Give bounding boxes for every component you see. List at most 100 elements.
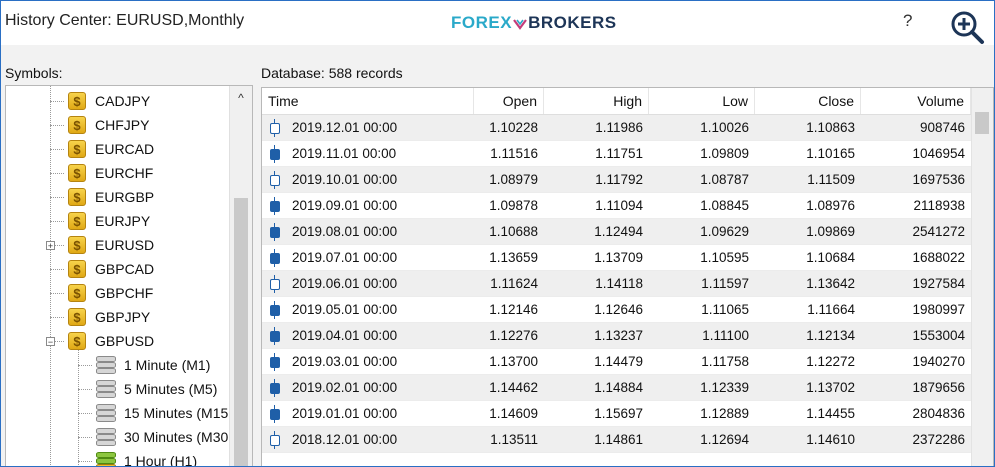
- bearish-candle-icon: [270, 327, 280, 346]
- cell-open: 1.14462: [489, 380, 538, 395]
- tree-connector-line: [50, 86, 51, 466]
- cell-high: 1.14861: [594, 432, 643, 447]
- symbol-item-eurchf[interactable]: $ EURCHF: [68, 162, 153, 184]
- symbol-item-gbpjpy[interactable]: $ GBPJPY: [68, 306, 150, 328]
- table-row[interactable]: 2018.12.01 00:00 1.13511 1.14861 1.12694 1.1…: [262, 427, 971, 453]
- symbol-name: EURCAD: [95, 141, 155, 157]
- table-row[interactable]: 2019.07.01 00:00 1.13659 1.13709 1.10595 1.1…: [262, 245, 971, 271]
- timeframe-item[interactable]: 15 Minutes (M15: [96, 402, 228, 424]
- cell-volume: 1688022: [912, 250, 965, 265]
- cell-volume: 2541272: [912, 224, 965, 239]
- cell-high: 1.11094: [595, 198, 643, 213]
- tree-branch-line: [50, 101, 64, 102]
- tree-branch-line: [50, 125, 64, 126]
- symbol-item-eurjpy[interactable]: $ EURJPY: [68, 210, 150, 232]
- symbol-item-eurusd[interactable]: $ EURUSD: [68, 234, 154, 256]
- time-value: 2019.03.01 00:00: [292, 354, 398, 369]
- table-row[interactable]: 2019.04.01 00:00 1.12276 1.13237 1.11100 1.1…: [262, 323, 971, 349]
- column-header-volume[interactable]: Volume: [861, 88, 971, 114]
- timeframe-item[interactable]: 5 Minutes (M5): [96, 378, 217, 400]
- cell-time: 2019.06.01 00:00: [262, 271, 474, 297]
- symbol-coin-icon: $: [68, 260, 86, 278]
- symbol-item-gbpcad[interactable]: $ GBPCAD: [68, 258, 154, 280]
- symbol-name: EURGBP: [95, 189, 155, 205]
- logo-mark-icon: [513, 18, 527, 30]
- time-value: 2019.09.01 00:00: [292, 198, 398, 213]
- cell-open: 1.09878: [489, 198, 538, 213]
- column-header-low[interactable]: Low: [649, 88, 755, 114]
- timeframe-item[interactable]: 30 Minutes (M30: [96, 426, 228, 448]
- symbol-item-cadjpy[interactable]: $ CADJPY: [68, 90, 150, 112]
- table-scroll-thumb[interactable]: [975, 112, 989, 134]
- cell-volume: 1553004: [912, 328, 965, 343]
- symbol-name: GBPCHF: [95, 285, 154, 301]
- tree-branch-line: [50, 221, 64, 222]
- table-row[interactable]: 2019.06.01 00:00 1.11624 1.14118 1.11597 1.1…: [262, 271, 971, 297]
- bearish-candle-icon: [270, 301, 280, 320]
- symbol-coin-icon: $: [68, 212, 86, 230]
- cell-volume: 2804836: [912, 406, 965, 421]
- table-row[interactable]: 2019.01.01 00:00 1.14609 1.15697 1.12889 1.1…: [262, 401, 971, 427]
- cell-open: 1.12146: [489, 302, 538, 317]
- table-row[interactable]: 2019.03.01 00:00 1.13700 1.14479 1.11758 1.1…: [262, 349, 971, 375]
- symbol-coin-icon: $: [68, 332, 86, 350]
- cell-time: 2019.04.01 00:00: [262, 323, 474, 349]
- database-icon: [96, 380, 116, 398]
- database-icon: [96, 404, 116, 422]
- column-header-open[interactable]: Open: [474, 88, 544, 114]
- bearish-candle-icon: [270, 405, 280, 424]
- cell-time: 2019.12.01 00:00: [262, 115, 474, 141]
- tree-scroll-thumb[interactable]: [234, 198, 248, 466]
- symbols-tree[interactable]: ^ $ CADJPY $ CHFJPY $ EURCAD $ EURCHF $ EURGBP $ EU…: [5, 85, 253, 466]
- cell-open: 1.10688: [489, 224, 538, 239]
- tree-branch-line: [50, 197, 64, 198]
- symbol-name: EURUSD: [95, 237, 155, 253]
- table-row[interactable]: 2019.09.01 00:00 1.09878 1.11094 1.08845 1.0…: [262, 193, 971, 219]
- column-header-high[interactable]: High: [544, 88, 649, 114]
- cell-open: 1.13659: [489, 250, 538, 265]
- table-row[interactable]: 2019.08.01 00:00 1.10688 1.12494 1.09629 1.0…: [262, 219, 971, 245]
- symbol-item-eurgbp[interactable]: $ EURGBP: [68, 186, 154, 208]
- cell-low: 1.09629: [700, 224, 749, 239]
- timeframe-label: 15 Minutes (M15: [124, 405, 229, 421]
- cell-close: 1.08976: [806, 198, 855, 213]
- cell-time: 2019.11.01 00:00: [262, 141, 474, 167]
- table-row[interactable]: 2019.10.01 00:00 1.08979 1.11792 1.08787 1.1…: [262, 167, 971, 193]
- table-scrollbar[interactable]: [971, 88, 993, 466]
- table-row[interactable]: 2019.05.01 00:00 1.12146 1.12646 1.11065 1.1…: [262, 297, 971, 323]
- tree-scrollbar[interactable]: ^: [229, 86, 252, 466]
- cell-high: 1.14118: [595, 276, 643, 291]
- cell-high: 1.13709: [594, 250, 643, 265]
- collapse-toggle[interactable]: −: [46, 337, 55, 347]
- symbols-label: Symbols:: [5, 65, 63, 81]
- cell-open: 1.14609: [489, 406, 538, 421]
- column-header-time[interactable]: Time: [262, 88, 474, 114]
- cell-close: 1.14455: [806, 406, 855, 421]
- table-row[interactable]: 2019.12.01 00:00 1.10228 1.11986 1.10026 1.1…: [262, 115, 971, 141]
- tree-branch-line: [78, 365, 92, 366]
- cell-open: 1.10228: [489, 120, 538, 135]
- table-row[interactable]: 2019.11.01 00:00 1.11516 1.11751 1.09809 1.1…: [262, 141, 971, 167]
- symbol-coin-icon: $: [68, 116, 86, 134]
- help-button[interactable]: ?: [903, 11, 912, 31]
- time-value: 2019.01.01 00:00: [292, 406, 398, 421]
- symbol-item-eurcad[interactable]: $ EURCAD: [68, 138, 154, 160]
- timeframe-label: 30 Minutes (M30: [124, 429, 229, 445]
- symbol-item-chfjpy[interactable]: $ CHFJPY: [68, 114, 149, 136]
- timeframe-item[interactable]: 1 Minute (M1): [96, 354, 210, 376]
- symbol-item-gbpchf[interactable]: $ GBPCHF: [68, 282, 153, 304]
- cell-high: 1.14884: [594, 380, 643, 395]
- timeframe-item[interactable]: 1 Hour (H1): [96, 450, 197, 466]
- scroll-up-arrow-icon[interactable]: ^: [233, 92, 249, 104]
- expand-toggle[interactable]: +: [46, 241, 55, 251]
- cell-low: 1.11065: [701, 302, 749, 317]
- cell-close: 1.12272: [806, 354, 855, 369]
- symbol-item-gbpusd[interactable]: $ GBPUSD: [68, 330, 154, 352]
- table-row[interactable]: 2019.02.01 00:00 1.14462 1.14884 1.12339 1.1…: [262, 375, 971, 401]
- zoom-in-icon[interactable]: [947, 7, 987, 47]
- column-header-close[interactable]: Close: [755, 88, 861, 114]
- time-value: 2019.07.01 00:00: [292, 250, 398, 265]
- cell-low: 1.11758: [701, 354, 749, 369]
- time-value: 2019.08.01 00:00: [292, 224, 398, 239]
- cell-open: 1.13511: [490, 432, 538, 447]
